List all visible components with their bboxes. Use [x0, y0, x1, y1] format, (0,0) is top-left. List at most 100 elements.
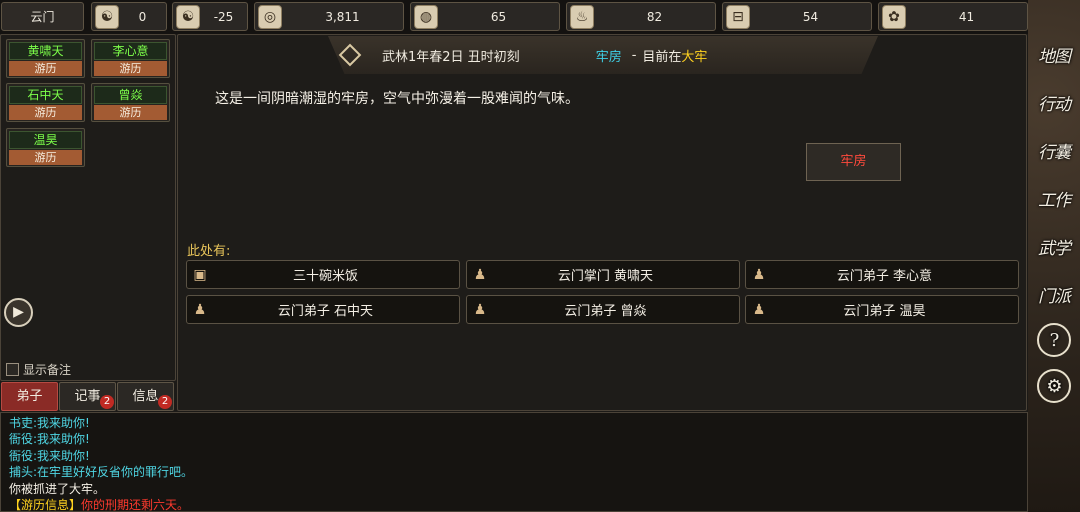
resource-value: 3,811	[325, 9, 360, 24]
disciple-card[interactable]: 石中天 游历	[6, 83, 85, 122]
current-room: 牢房	[595, 49, 622, 65]
side-menu: 地图 行动 行囊 工作 武学 门派 ? ⚙	[1028, 0, 1080, 512]
npc-button[interactable]: ♟ 云门弟子 温昊	[745, 295, 1019, 324]
settings-button[interactable]: ⚙	[1037, 369, 1071, 403]
here-label: 此处有:	[187, 244, 231, 259]
npc-button[interactable]: ♟ 云门弟子 石中天	[186, 295, 460, 324]
coin-icon: ◎	[258, 4, 282, 29]
disciple-status: 游历	[94, 61, 167, 76]
log-text: 你被抓进了大牢。	[9, 481, 106, 496]
separator: -	[631, 47, 637, 63]
item-label: 云门弟子 石中天	[277, 304, 374, 319]
sect-name: 云门	[30, 10, 55, 24]
disciple-card[interactable]: 曾焱 游历	[91, 83, 170, 122]
log-speaker: 衙役:	[9, 448, 38, 463]
person-icon: ♟	[752, 266, 766, 283]
bag-button[interactable]: 行囊	[1033, 130, 1075, 170]
log-text: 你的刑期还剩六天。	[81, 498, 190, 512]
item-label: 云门掌门 黄啸天	[557, 269, 654, 284]
show-notes-label: 显示备注	[23, 363, 72, 377]
tab-label: 弟子	[16, 389, 43, 404]
sect-button[interactable]: 门派	[1033, 274, 1075, 314]
message-log[interactable]: 书吏:我来助你! 衙役:我来助你! 衙役:我来助你! 捕头:在牢里好好反省你的罪…	[0, 412, 1028, 512]
disciple-name: 黄啸天	[9, 42, 82, 60]
disciple-card[interactable]: 温昊 游历	[6, 128, 85, 167]
tab-disciples[interactable]: 弟子	[1, 382, 58, 411]
log-text: 我来助你!	[37, 432, 90, 447]
log-speaker: 书吏:	[9, 416, 38, 430]
log-line: 【游历信息】你的刑期还剩六天。	[9, 497, 1019, 512]
object-rice-bowls[interactable]: ▣ 三十碗米饭	[186, 260, 460, 289]
resource-value: 82	[646, 9, 663, 24]
log-line: 衙役:我来助你!	[9, 431, 1019, 447]
play-icon[interactable]: ▶	[4, 298, 33, 327]
work-button[interactable]: 工作	[1033, 178, 1075, 218]
yinyang-icon: ☯	[176, 4, 200, 29]
tab-info[interactable]: 信息 2	[117, 382, 174, 411]
disciple-status: 游历	[9, 105, 82, 120]
log-line: 书吏:我来助你!	[9, 415, 1019, 431]
person-icon: ♟	[473, 301, 487, 318]
room-description: 这是一间阴暗潮湿的牢房，空气中弥漫着一股难闻的气味。	[215, 91, 579, 107]
resource-bar: 云门 ☯ 0 ☯ -25 ◎ 3,811 ◍ 65 ♨ 82 ⊟ 54 ✿ 41	[0, 0, 1028, 34]
item-label: 三十碗米饭	[292, 269, 358, 284]
log-line: 捕头:在牢里好好反省你的罪行吧。	[9, 464, 1019, 480]
log-speaker: 捕头:	[9, 465, 38, 480]
resource-money[interactable]: ◎ 3,811	[254, 2, 404, 31]
item-label: 云门弟子 温昊	[843, 304, 926, 319]
log-text: 我来助你!	[37, 416, 90, 430]
map-button[interactable]: 地图	[1033, 34, 1075, 74]
resource-value: 54	[802, 9, 819, 24]
npc-button[interactable]: ♟ 云门掌门 黄啸天	[466, 260, 740, 289]
notification-badge: 2	[158, 395, 172, 409]
tab-journal[interactable]: 记事 2	[59, 382, 116, 411]
show-notes-checkbox[interactable]: 显示备注	[6, 361, 71, 378]
npc-button[interactable]: ♟ 云门弟子 曾焱	[466, 295, 740, 324]
log-speaker: 【游历信息】	[9, 498, 82, 512]
wood-icon: ⊟	[726, 4, 750, 29]
current-area: 大牢	[681, 49, 708, 65]
disciple-status: 游历	[9, 150, 82, 165]
prestige-icon: ☯	[95, 4, 119, 29]
log-text: 我来助你!	[37, 448, 90, 463]
disciple-card[interactable]: 李心意 游历	[91, 39, 170, 78]
resource-value: 41	[958, 9, 975, 24]
herb-icon: ✿	[882, 4, 906, 29]
wine-bottle-icon: ♨	[570, 4, 594, 29]
person-icon: ♟	[752, 301, 766, 318]
main-panel: ◆ 武林1年春2日 丑时初刻 牢房 - 目前在 大牢 这是一间阴暗潮湿的牢房，空…	[177, 34, 1027, 411]
help-button[interactable]: ?	[1037, 323, 1071, 357]
resource-food[interactable]: ◍ 65	[410, 2, 560, 31]
log-line: 衙役:我来助你!	[9, 448, 1019, 464]
food-bowl-icon: ◍	[414, 4, 438, 29]
resource-wood[interactable]: ⊟ 54	[722, 2, 872, 31]
disciple-name: 温昊	[9, 131, 82, 149]
room-exit-button[interactable]: 牢房	[806, 143, 901, 181]
resource-value: -25	[213, 9, 234, 24]
resource-herb[interactable]: ✿ 41	[878, 2, 1028, 31]
resource-prestige[interactable]: ☯ 0	[91, 2, 167, 31]
resource-wine[interactable]: ♨ 82	[566, 2, 716, 31]
where-prefix: 目前在	[642, 49, 682, 65]
action-button[interactable]: 行动	[1033, 82, 1075, 122]
martial-arts-button[interactable]: 武学	[1033, 226, 1075, 266]
disciple-name: 曾焱	[94, 86, 167, 104]
disciple-status: 游历	[94, 105, 167, 120]
notification-badge: 2	[100, 395, 114, 409]
tab-label: 记事	[74, 389, 101, 404]
log-line: 你被抓进了大牢。	[9, 481, 1019, 497]
resource-value: 0	[138, 9, 147, 24]
checkbox-box[interactable]	[6, 363, 19, 376]
npc-button[interactable]: ♟ 云门弟子 李心意	[745, 260, 1019, 289]
item-label: 云门弟子 曾焱	[564, 304, 647, 319]
disciple-name: 石中天	[9, 86, 82, 104]
person-icon: ♟	[473, 266, 487, 283]
food-box-icon: ▣	[193, 266, 207, 283]
resource-alignment[interactable]: ☯ -25	[172, 2, 248, 31]
disciple-panel: 黄啸天 游历 李心意 游历 石中天 游历 曾焱 游历 温昊 游历 ▶ 显示备注	[0, 34, 176, 381]
disciple-name: 李心意	[94, 42, 167, 60]
tab-label: 信息	[132, 389, 159, 404]
game-date: 武林1年春2日 丑时初刻	[382, 49, 520, 65]
person-icon: ♟	[193, 301, 207, 318]
disciple-card[interactable]: 黄啸天 游历	[6, 39, 85, 78]
